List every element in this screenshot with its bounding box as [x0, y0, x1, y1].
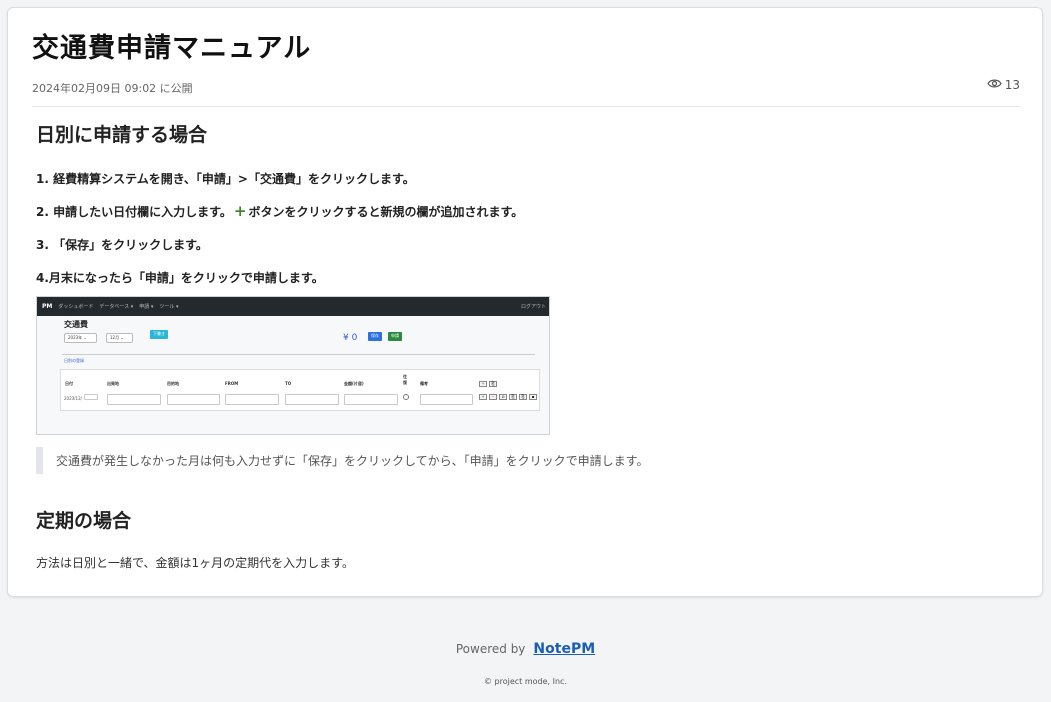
screenshot-input	[285, 394, 339, 405]
header-divider	[32, 106, 1020, 107]
screenshot-th: 出発地	[107, 381, 119, 386]
screenshot-th: 備考	[420, 381, 428, 386]
screenshot-table: 日付 出発地 目的地 FROM TO 金額(片道) 往復 備考 2023/12/…	[60, 369, 540, 411]
screenshot-add-icon: +	[479, 381, 487, 387]
screenshot-divider	[62, 354, 535, 355]
screenshot-input	[225, 394, 279, 405]
screenshot-image[interactable]: PM ダッシュボード データベース ▾ 申請 ▾ ツール ▾ ログアウト 交通費…	[36, 296, 550, 435]
screenshot-input	[344, 394, 398, 405]
screenshot-th: FROM	[225, 381, 239, 386]
screenshot-brand: PM	[42, 303, 53, 310]
screenshot-th: 往復	[403, 374, 407, 385]
screenshot-title: 交通費	[64, 320, 88, 329]
step-2: 2. 申請したい日付欄に入力します。 + ボタンをクリックすると新規の欄が追加されま…	[36, 202, 523, 220]
screenshot-th: 日付	[65, 381, 73, 386]
screenshot-copy-icon: ⎘	[519, 394, 527, 400]
commuter-text: 方法は日別と一緒で、金額は1ヶ月の定期代を入力します。	[36, 556, 354, 570]
screenshot-input	[420, 394, 473, 405]
section-heading-commuter: 定期の場合	[36, 510, 132, 532]
powered-by-label: Powered by	[455, 642, 526, 656]
page-title: 交通費申請マニュアル	[32, 33, 312, 64]
screenshot-month-select: 12月 ⌄	[106, 333, 133, 343]
screenshot-month: 12月	[110, 335, 120, 340]
screenshot-nav-item: ツール ▾	[159, 304, 179, 310]
screenshot-link: 日別の登録	[64, 358, 84, 363]
plus-icon: +	[233, 202, 247, 220]
note-quote-text: 交通費が発生しなかった月は何も入力せずに「保存」をクリックしてから、「申請」をク…	[56, 454, 649, 468]
screenshot-nav-item: 申請 ▾	[139, 304, 154, 310]
screenshot-copy-icon: ⎘	[509, 394, 517, 400]
screenshot-trash-icon: ▪	[529, 394, 537, 400]
publish-date: 2024年02月09日 09:02 に公開	[32, 82, 193, 95]
step-2-text-a: 2. 申請したい日付欄に入力します。	[36, 205, 232, 219]
screenshot-copy-icon: ⎘	[489, 381, 497, 387]
note-quote: 交通費が発生しなかった月は何も入力せずに「保存」をクリックしてから、「申請」をク…	[36, 447, 648, 474]
screenshot-apply-button: 申請	[388, 332, 402, 341]
step-1: 1. 経費精算システムを開き、「申請」>「交通費」をクリックします。	[36, 172, 415, 186]
screenshot-date: 2023/12/	[64, 396, 82, 401]
screenshot-save-button: 保存	[368, 332, 382, 341]
screenshot-nav-right: ログアウト	[520, 304, 546, 310]
screenshot-th: 目的地	[167, 381, 179, 386]
screenshot-year-select: 2023年 ⌄	[64, 333, 97, 343]
screenshot-th: 金額(片道)	[344, 381, 364, 386]
screenshot-total: ¥ 0	[343, 333, 358, 343]
screenshot-draft-button: 下書き	[150, 330, 168, 339]
screenshot-th: TO	[285, 381, 292, 386]
view-count: 13	[987, 78, 1020, 92]
screenshot-navbar: PM ダッシュボード データベース ▾ 申請 ▾ ツール ▾ ログアウト	[37, 297, 549, 316]
screenshot-action-icon: ⊘	[499, 394, 507, 400]
step-4: 4.月末になったら「申請」をクリックで申請します。	[36, 271, 324, 285]
view-count-value: 13	[1004, 78, 1020, 92]
screenshot-nav-item: データベース ▾	[99, 304, 134, 310]
screenshot-remove-icon: −	[489, 394, 497, 400]
powered-by: Powered by NotePM	[0, 641, 1051, 657]
screenshot-input	[84, 394, 98, 400]
eye-icon	[987, 78, 1002, 92]
step-3: 3. 「保存」をクリックします。	[36, 238, 208, 252]
screenshot-input	[167, 394, 220, 405]
copyright: © project mode, Inc.	[484, 677, 567, 686]
section-heading-daily: 日別に申請する場合	[36, 124, 208, 146]
step-2-text-b: ボタンをクリックすると新規の欄が追加されます。	[248, 205, 524, 219]
screenshot-add-icon: +	[479, 394, 487, 400]
screenshot-nav-item: ダッシュボード	[58, 304, 94, 310]
notepm-link[interactable]: NotePM	[533, 641, 595, 657]
article-card: 交通費申請マニュアル 2024年02月09日 09:02 に公開 13 日別に申…	[7, 7, 1043, 597]
screenshot-radio	[403, 394, 409, 400]
screenshot-input	[107, 394, 161, 405]
screenshot-year: 2023年	[68, 335, 83, 340]
